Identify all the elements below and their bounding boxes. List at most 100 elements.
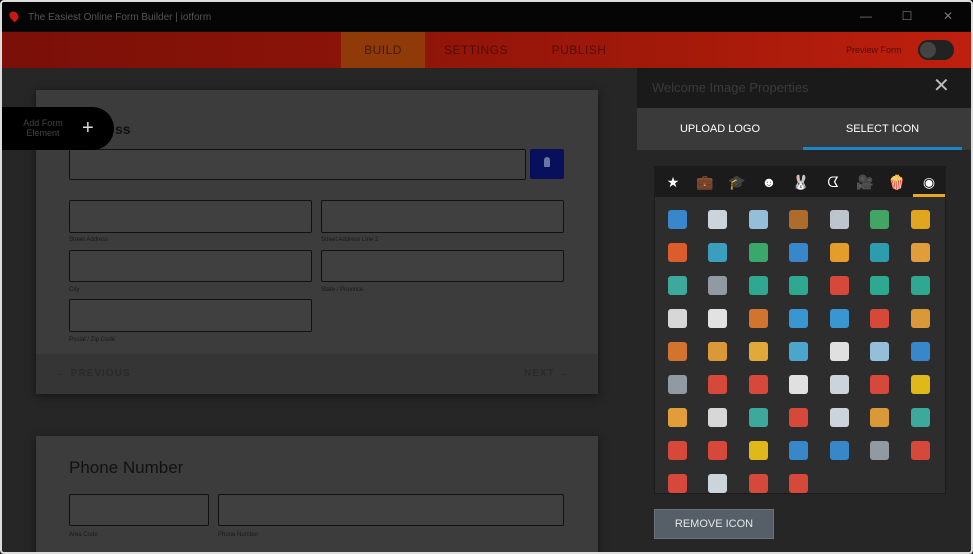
map-pin-icon[interactable] <box>819 236 859 269</box>
minimize-button[interactable]: — <box>858 8 874 24</box>
basket-icon[interactable] <box>860 401 900 434</box>
city-input[interactable] <box>69 250 312 282</box>
id-card-icon[interactable] <box>657 203 697 236</box>
tab-upload-logo[interactable]: UPLOAD LOGO <box>637 108 803 150</box>
monitor-icon[interactable] <box>657 368 697 401</box>
map-pin-button[interactable] <box>530 149 564 179</box>
maximize-button[interactable]: ☐ <box>899 8 915 24</box>
category-smiley-icon[interactable]: ☻ <box>753 167 785 197</box>
document-edit-icon[interactable] <box>657 302 697 335</box>
easel-chart-icon[interactable] <box>860 335 900 368</box>
category-animal-icon[interactable]: 🐰 <box>785 167 817 197</box>
store-icon[interactable] <box>779 434 819 467</box>
teacher-icon[interactable] <box>900 401 940 434</box>
water-drop-icon[interactable] <box>779 302 819 335</box>
email-icon[interactable] <box>900 236 940 269</box>
previous-button[interactable]: ← PREVIOUS <box>56 368 130 379</box>
laptop-icon[interactable] <box>698 236 738 269</box>
swiss-knife-icon-glyph <box>667 441 687 460</box>
tab-select-icon[interactable]: SELECT ICON <box>803 108 962 150</box>
category-briefcase-icon[interactable]: 💼 <box>689 167 721 197</box>
pizza-icon[interactable] <box>738 335 778 368</box>
bank-icon[interactable] <box>698 203 738 236</box>
eye-icon[interactable] <box>819 302 859 335</box>
flag-icon[interactable] <box>900 335 940 368</box>
preview-form-toggle[interactable] <box>918 40 954 60</box>
tag-icon[interactable] <box>779 236 819 269</box>
presentation-icon[interactable] <box>738 203 778 236</box>
cash-register-icon[interactable] <box>657 467 697 500</box>
ink-bottle-icon[interactable] <box>819 434 859 467</box>
swiss-knife-icon[interactable] <box>657 434 697 467</box>
growth-chart-icon[interactable] <box>860 203 900 236</box>
truck-icon[interactable] <box>779 467 819 500</box>
notepad-icon[interactable] <box>698 302 738 335</box>
zip-input[interactable] <box>69 299 312 332</box>
chess-icon[interactable] <box>819 203 859 236</box>
next-button[interactable]: NEXT → <box>524 368 569 379</box>
light-bulb-icon[interactable] <box>900 368 940 401</box>
safe-icon[interactable] <box>657 269 697 302</box>
briefcase-icon[interactable] <box>779 203 819 236</box>
yin-yang-icon[interactable] <box>819 335 859 368</box>
rocket-icon-glyph <box>708 474 727 493</box>
foam-finger-icon[interactable] <box>860 302 900 335</box>
close-panel-icon[interactable]: ✕ <box>933 76 950 96</box>
remove-icon-button[interactable]: REMOVE ICON <box>654 509 774 539</box>
target-icon[interactable] <box>698 368 738 401</box>
stopwatch-icon[interactable] <box>657 401 697 434</box>
category-camera-icon[interactable]: 🎥 <box>849 167 881 197</box>
category-graduation-cap-icon[interactable]: 🎓 <box>721 167 753 197</box>
cloud-download-icon[interactable] <box>779 269 819 302</box>
street-address-2-input[interactable] <box>321 200 564 233</box>
cloud-check-icon[interactable] <box>738 269 778 302</box>
close-window-button[interactable]: ✕ <box>940 8 956 24</box>
tab-settings[interactable]: SETTINGS <box>425 32 527 68</box>
rocket-icon[interactable] <box>698 467 738 500</box>
knot-icon[interactable] <box>779 335 819 368</box>
state-input[interactable] <box>321 250 564 282</box>
suitcase-icon[interactable] <box>779 401 819 434</box>
map-icon[interactable] <box>860 236 900 269</box>
money-icon[interactable] <box>738 236 778 269</box>
push-pin-icon[interactable] <box>738 368 778 401</box>
donut-chart-icon[interactable] <box>657 236 697 269</box>
area-code-input[interactable] <box>69 494 209 526</box>
pie-chart-icon[interactable] <box>900 203 940 236</box>
price-tag-icon[interactable] <box>738 434 778 467</box>
category-star-icon[interactable]: ★ <box>657 167 689 197</box>
browser-window-icon[interactable] <box>900 434 940 467</box>
cassette-icon[interactable] <box>860 434 900 467</box>
tab-build[interactable]: BUILD <box>341 32 425 68</box>
muffin-icon[interactable] <box>698 335 738 368</box>
category-pacman-icon[interactable]: ᗧ <box>817 167 849 197</box>
donut-icon[interactable] <box>738 302 778 335</box>
backpack-icon[interactable] <box>738 401 778 434</box>
cloud-error-icon[interactable] <box>819 269 859 302</box>
clock-icon[interactable] <box>779 368 819 401</box>
router-icon[interactable] <box>698 269 738 302</box>
category-popcorn-icon[interactable]: 🍿 <box>881 167 913 197</box>
target-icon-glyph <box>708 375 727 394</box>
presentation-icon-glyph <box>748 210 768 229</box>
add-form-element-button[interactable]: Add Form Element + ss <box>0 107 131 150</box>
first-aid-icon[interactable] <box>698 434 738 467</box>
address-field-1[interactable] <box>69 149 526 180</box>
hotdog-icon[interactable] <box>657 335 697 368</box>
basket-icon-glyph <box>870 408 889 427</box>
printer-icon[interactable] <box>738 467 778 500</box>
toggle-knob <box>920 42 936 58</box>
phone-card[interactable]: Phone Number Area Code Phone Number <box>36 436 598 554</box>
cloud-sync-icon[interactable] <box>860 269 900 302</box>
burger-icon-glyph <box>910 309 930 328</box>
burger-icon[interactable] <box>900 302 940 335</box>
pillar-icon[interactable] <box>698 401 738 434</box>
cloud-upload-icon[interactable] <box>900 269 940 302</box>
calculator-icon[interactable] <box>819 368 859 401</box>
alarm-clock-icon[interactable] <box>860 368 900 401</box>
phone-number-input[interactable] <box>218 494 564 526</box>
street-address-input[interactable] <box>69 200 312 233</box>
category-flat-icons-icon[interactable]: ◉ <box>913 167 945 197</box>
barcode-icon[interactable] <box>819 401 859 434</box>
tab-publish[interactable]: PUBLISH <box>527 32 631 68</box>
